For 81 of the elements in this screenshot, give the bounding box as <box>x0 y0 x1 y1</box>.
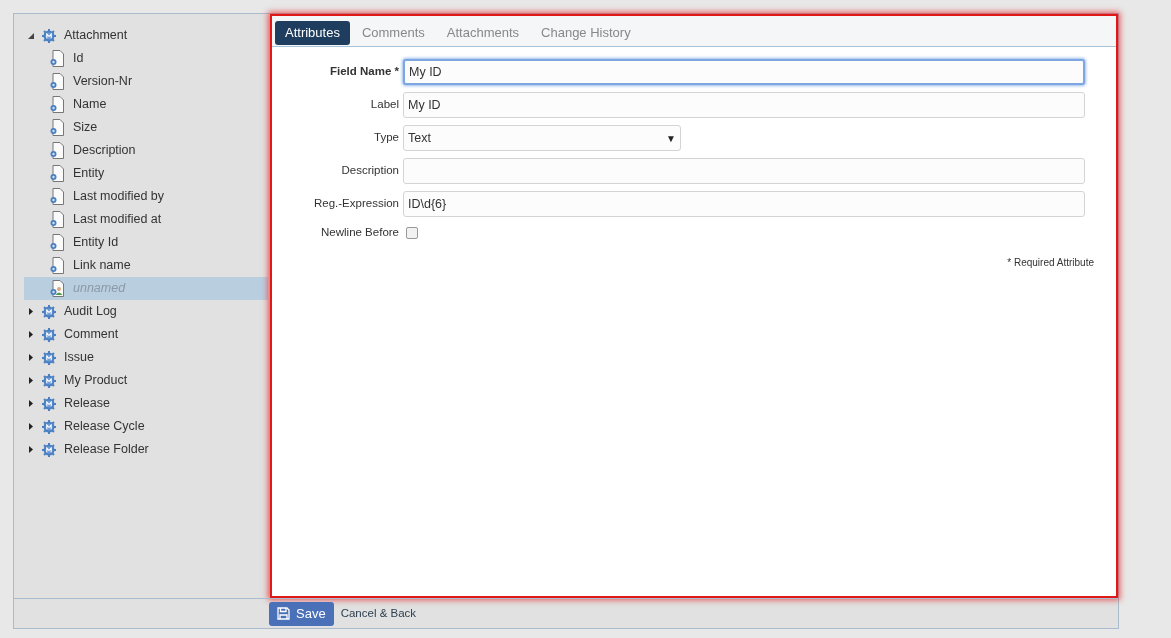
dropdown-caret: ▼ <box>666 131 676 146</box>
expand-triangle-icon[interactable] <box>28 400 36 407</box>
input-field[interactable]: My ID <box>403 92 1085 118</box>
document-gear-icon <box>50 188 65 205</box>
tree-item-label: Comment <box>64 326 119 344</box>
gear-m-icon <box>42 442 56 457</box>
input-field[interactable]: ID\d{6} <box>403 191 1085 217</box>
tree-item[interactable]: Release Cycle <box>24 415 268 438</box>
tree-item-label: Audit Log <box>64 303 117 321</box>
document-gear-icon <box>50 96 65 113</box>
field-label: Reg.-Expression <box>313 196 399 212</box>
field-label: Newline Before <box>320 225 399 240</box>
document-gear-icon <box>50 234 65 251</box>
tree-item-label: Attachment <box>64 27 128 45</box>
tree-item[interactable]: Entity <box>24 162 268 185</box>
tree-item[interactable]: Entity Id <box>24 231 268 254</box>
tree-item[interactable]: Release <box>24 392 268 415</box>
collapse-triangle-icon[interactable] <box>28 32 36 39</box>
gear-m-icon <box>42 373 56 388</box>
tree-item-label: Name <box>73 96 107 114</box>
type-dropdown[interactable]: Text ▼ <box>403 125 681 151</box>
input-field[interactable] <box>403 158 1085 184</box>
tree-item-label: Description <box>73 142 136 160</box>
tree-item-label: Id <box>73 50 84 68</box>
input-field[interactable]: My ID <box>403 59 1085 85</box>
tab[interactable]: Attributes <box>275 20 350 45</box>
expand-triangle-icon[interactable] <box>28 446 36 453</box>
cancel-back-link[interactable]: Cancel & Back <box>340 604 417 623</box>
document-gear-icon <box>50 119 65 136</box>
tree-item[interactable]: Attachment <box>24 24 268 47</box>
document-gear-icon <box>50 73 65 90</box>
document-gear-icon <box>50 165 65 182</box>
tree-item[interactable]: Version-Nr <box>24 70 268 93</box>
document-person-icon <box>50 280 65 297</box>
expand-triangle-icon[interactable] <box>28 377 36 384</box>
tree-item-label: Entity Id <box>73 234 119 252</box>
tree-item[interactable]: Id <box>24 47 268 70</box>
tree-item-label: Release Folder <box>64 441 149 459</box>
tree-item-label: My Product <box>64 372 128 390</box>
tree-item-label: Release <box>64 395 110 413</box>
tree-item[interactable]: My Product <box>24 369 268 392</box>
gear-m-icon <box>42 419 56 434</box>
tree-item[interactable]: Audit Log <box>24 300 268 323</box>
document-gear-icon <box>50 142 65 159</box>
field-label: Description <box>340 163 399 179</box>
tree-item-label: Version-Nr <box>73 73 133 91</box>
field-label: Type <box>373 130 399 146</box>
gear-m-icon <box>42 304 56 319</box>
expand-triangle-icon[interactable] <box>28 331 36 338</box>
gear-m-icon <box>42 396 56 411</box>
dropdown-value: Text <box>408 129 431 147</box>
expand-triangle-icon[interactable] <box>28 423 36 430</box>
expand-triangle-icon[interactable] <box>28 354 36 361</box>
field-label: Label <box>369 97 399 113</box>
save-button[interactable]: Save <box>269 601 334 626</box>
document-gear-icon <box>50 211 65 228</box>
gear-m-icon <box>42 28 56 43</box>
tree-item[interactable]: Last modified by <box>24 185 268 208</box>
gear-m-icon <box>42 350 56 365</box>
tree-item-label: Entity <box>73 165 105 183</box>
tree-item-label: Link name <box>73 257 131 275</box>
tree-item[interactable]: Release Folder <box>24 438 268 461</box>
tree-item-label: Size <box>73 119 98 137</box>
tree-item-label: Last modified at <box>73 211 162 229</box>
tree-item-label: Issue <box>64 349 94 367</box>
document-gear-icon <box>50 257 65 274</box>
tree-item[interactable]: Name <box>24 93 268 116</box>
checkbox[interactable] <box>406 226 418 239</box>
tree-item[interactable]: Link name <box>24 254 268 277</box>
tree-item[interactable]: Description <box>24 139 268 162</box>
tree-item-label: Release Cycle <box>64 418 145 436</box>
tree-item[interactable]: Issue <box>24 346 268 369</box>
tree-item[interactable]: Last modified at <box>24 208 268 231</box>
tree-item-label: Last modified by <box>73 188 165 206</box>
document-gear-icon <box>50 50 65 67</box>
expand-triangle-icon[interactable] <box>28 308 36 315</box>
gear-m-icon <box>42 327 56 342</box>
field-label: Field Name * <box>328 64 399 80</box>
required-note: * Required Attribute <box>1007 256 1094 271</box>
tree-item[interactable]: Size <box>24 116 268 139</box>
tree-item[interactable]: Comment <box>24 323 268 346</box>
